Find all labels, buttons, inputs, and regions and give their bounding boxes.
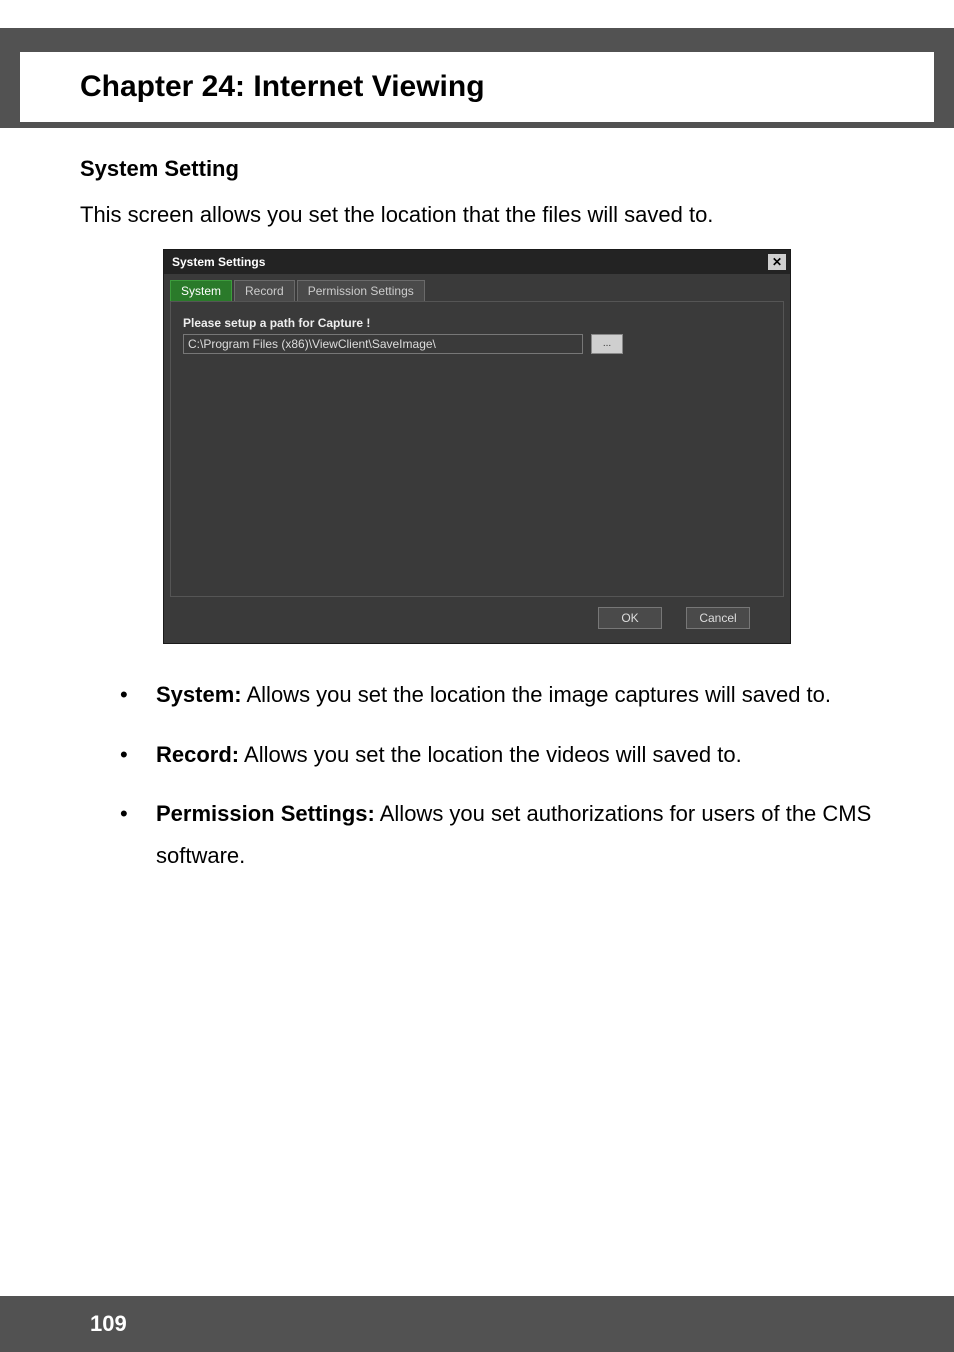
bullet-record-text: Allows you set the location the videos w… — [239, 742, 742, 767]
bullet-system-text: Allows you set the location the image ca… — [242, 682, 831, 707]
ok-button-label: OK — [621, 611, 638, 625]
chapter-header: Chapter 24: Internet Viewing — [0, 0, 954, 128]
capture-path-input[interactable] — [183, 334, 583, 354]
cancel-button-label: Cancel — [699, 611, 736, 625]
page-number: 109 — [90, 1311, 127, 1337]
tab-system-label: System — [181, 284, 221, 298]
dialog-titlebar: System Settings ✕ — [164, 250, 790, 274]
bullet-system-bold: System: — [156, 682, 242, 707]
bullet-list: System: Allows you set the location the … — [80, 674, 874, 877]
list-item: System: Allows you set the location the … — [120, 674, 874, 716]
browse-button-label: ... — [603, 338, 611, 349]
bullet-perm-bold: Permission Settings: — [156, 801, 375, 826]
section-heading: System Setting — [80, 156, 874, 182]
tab-record-label: Record — [245, 284, 284, 298]
ok-button[interactable]: OK — [598, 607, 662, 629]
dialog-title: System Settings — [172, 255, 265, 269]
close-icon: ✕ — [772, 256, 782, 268]
close-button[interactable]: ✕ — [768, 254, 786, 270]
chapter-header-inner: Chapter 24: Internet Viewing — [20, 52, 934, 122]
dialog-footer: OK Cancel — [164, 597, 790, 643]
list-item: Permission Settings: Allows you set auth… — [120, 793, 874, 877]
tab-system[interactable]: System — [170, 280, 232, 301]
tab-permission-label: Permission Settings — [308, 284, 414, 298]
tab-strip: System Record Permission Settings — [164, 274, 790, 301]
capture-path-label: Please setup a path for Capture ! — [183, 316, 771, 330]
page-footer: 109 — [0, 1296, 954, 1352]
screenshot-container: System Settings ✕ System Record Permissi… — [80, 249, 874, 644]
intro-text: This screen allows you set the location … — [80, 200, 874, 231]
system-settings-dialog: System Settings ✕ System Record Permissi… — [163, 249, 791, 644]
cancel-button[interactable]: Cancel — [686, 607, 750, 629]
list-item: Record: Allows you set the location the … — [120, 734, 874, 776]
dialog-body: Please setup a path for Capture ! ... — [170, 301, 784, 597]
bullet-record-bold: Record: — [156, 742, 239, 767]
page-content: System Setting This screen allows you se… — [0, 128, 954, 877]
browse-button[interactable]: ... — [591, 334, 623, 354]
tab-record[interactable]: Record — [234, 280, 295, 301]
tab-permission-settings[interactable]: Permission Settings — [297, 280, 425, 301]
chapter-title: Chapter 24: Internet Viewing — [80, 70, 485, 104]
capture-path-row: ... — [183, 334, 771, 354]
